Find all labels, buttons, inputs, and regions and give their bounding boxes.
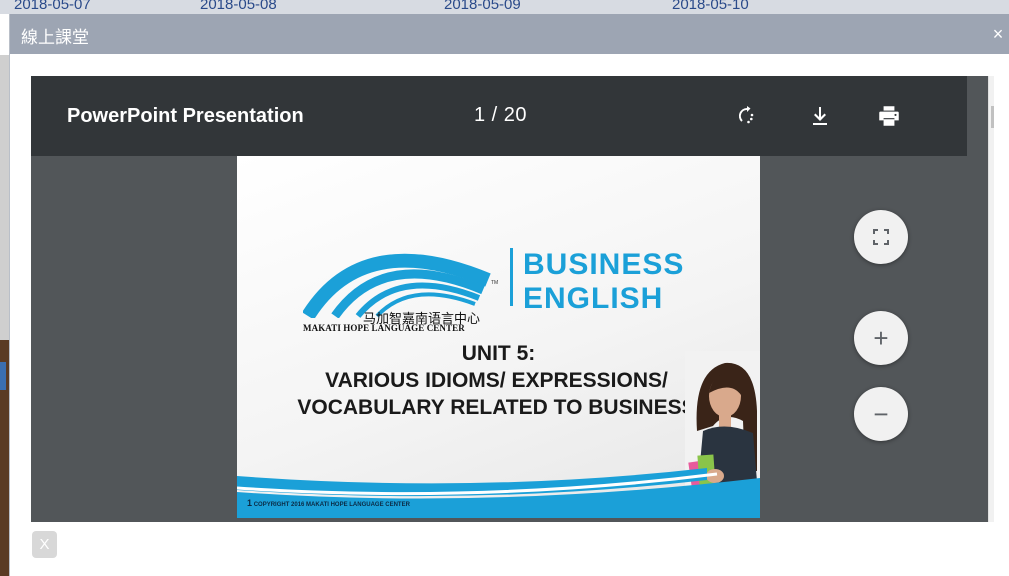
scroll-thumb[interactable] (991, 106, 994, 128)
slide-subtitle-line2: VOCABULARY RELATED TO BUSINESS (297, 396, 696, 419)
background-date-cell: 2018-05-08 (200, 0, 277, 13)
pdf-viewer: PowerPoint Presentation 1 / 20 马加智嘉南语言中心… (31, 76, 994, 522)
slide-unit-title: UNIT 5: (461, 342, 536, 365)
logo-english-name: MAKATI HOPE LANGUAGE CENTER (303, 323, 465, 333)
brand-line-business: BUSINESS (523, 248, 685, 281)
background-date-cell: 2018-05-07 (14, 0, 91, 13)
document-title: PowerPoint Presentation (67, 105, 304, 127)
background-date-cell: 2018-05-09 (444, 0, 521, 13)
modal-close-button[interactable]: × (990, 25, 1006, 43)
print-button[interactable] (873, 100, 905, 132)
rotate-icon (738, 106, 754, 124)
scroll-up-button[interactable] (989, 76, 994, 104)
background-left-marker (0, 362, 6, 390)
scroll-down-button[interactable] (989, 494, 994, 522)
download-button[interactable] (804, 100, 836, 132)
viewer-toolbar: PowerPoint Presentation 1 / 20 (31, 76, 967, 156)
logo-divider (510, 248, 513, 306)
zoom-in-button[interactable]: + (854, 311, 908, 365)
close-x-button[interactable]: X (32, 531, 57, 558)
download-icon (813, 107, 827, 125)
brand-line-english: ENGLISH (523, 282, 664, 315)
logo-arcs-icon (303, 253, 491, 318)
slide-footer: 1 COPYRIGHT 2016 MAKATI HOPE LANGUAGE CE… (247, 498, 410, 508)
modal-header: 線上課堂 × (10, 14, 1009, 54)
rotate-button[interactable] (731, 100, 763, 132)
zoom-in-icon: + (873, 322, 889, 353)
zoom-out-button[interactable]: − (854, 387, 908, 441)
online-class-modal: 線上課堂 × PowerPoint Presentation 1 / 20 马加… (9, 14, 1009, 576)
slide-number: 1 (247, 498, 253, 508)
fit-page-button[interactable] (854, 210, 908, 264)
print-icon (879, 106, 899, 126)
modal-title: 線上課堂 (21, 28, 89, 48)
logo-trademark: TM (491, 280, 499, 286)
zoom-out-icon: − (873, 398, 889, 429)
fit-page-icon (873, 229, 889, 245)
background-date-row: 2018-05-07 2018-05-08 2018-05-09 2018-05… (0, 0, 1009, 14)
slide-subtitle-line1: VARIOUS IDIOMS/ EXPRESSIONS/ (325, 369, 668, 392)
slide-page: 马加智嘉南语言中心 MAKATI HOPE LANGUAGE CENTER TM… (237, 156, 760, 518)
page-indicator: 1 / 20 (474, 104, 528, 126)
background-date-cell: 2018-05-10 (672, 0, 749, 13)
viewer-scrollbar[interactable] (988, 76, 994, 522)
slide-copyright: COPYRIGHT 2016 MAKATI HOPE LANGUAGE CENT… (253, 502, 410, 508)
